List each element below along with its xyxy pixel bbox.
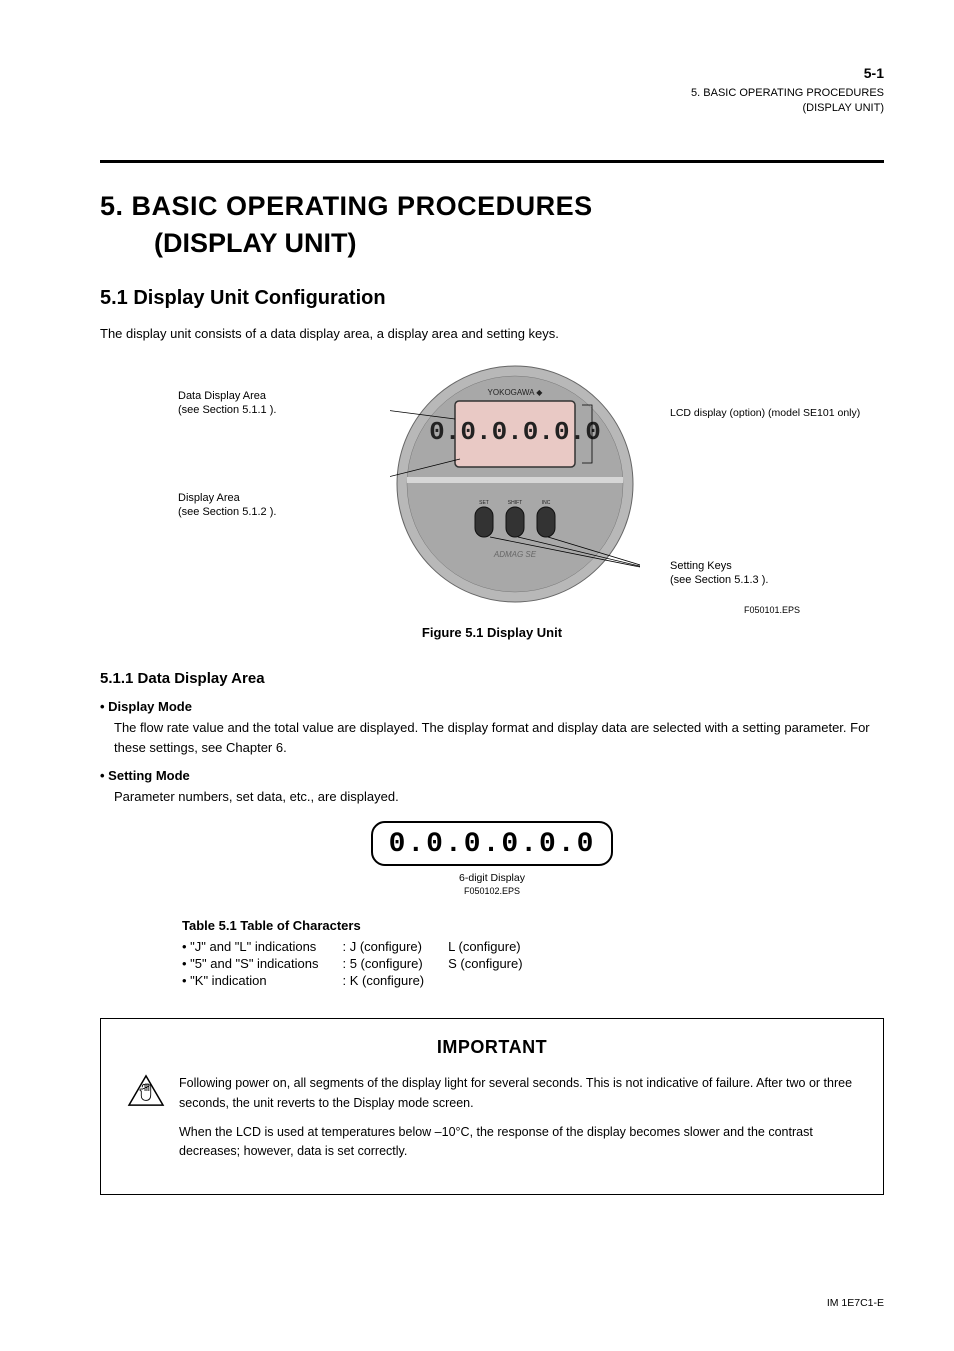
title-rule — [100, 160, 884, 163]
svg-text:SET: SET — [479, 500, 489, 506]
header-section-ref: 5. BASIC OPERATING PROCEDURES (DISPLAY U… — [691, 86, 884, 117]
chapter-subtitle: (DISPLAY UNIT) — [154, 228, 884, 259]
figure-5-1-caption: Figure 5.1 Display Unit — [100, 625, 884, 640]
six-digit-figure: 0.0.0.0.0.0 6-digit Display F050102.EPS — [100, 821, 884, 896]
button-set: SET SHIFT INC — [475, 500, 555, 537]
six-digit-display: 0.0.0.0.0.0 — [371, 821, 614, 866]
footer-manual-id: IM 1E7C1-E — [827, 1297, 884, 1309]
important-box: IMPORTANT Following power on, all segmen… — [100, 1018, 884, 1195]
lcd-value: 0.0.0.0.0.0 — [429, 417, 601, 447]
figure-code: F050101.EPS — [744, 605, 800, 615]
svg-text:INC: INC — [542, 500, 551, 506]
svg-text:SHIFT: SHIFT — [508, 500, 522, 506]
table-5-1-title: Table 5.1 Table of Characters — [182, 918, 545, 937]
model-label: ADMAG SE — [493, 550, 537, 559]
hand-warning-icon — [127, 1074, 165, 1111]
section-5-1-heading: 5.1 Display Unit Configuration — [100, 287, 884, 310]
header-block: 5-1 5. BASIC OPERATING PROCEDURES (DISPL… — [691, 64, 884, 116]
six-digit-figcode: F050102.EPS — [100, 886, 884, 896]
six-digit-caption: 6-digit Display — [459, 872, 525, 884]
bullet-setting-mode: • Setting Mode — [100, 768, 884, 783]
bullet-display-mode: • Display Mode — [100, 699, 884, 714]
chapter-title: 5. BASIC OPERATING PROCEDURES — [100, 191, 884, 222]
table-row: • "K" indication : K (configure) — [182, 973, 545, 988]
bullet-setting-mode-desc: Parameter numbers, set data, etc., are d… — [114, 787, 884, 807]
bullet-display-mode-desc: The flow rate value and the total value … — [114, 718, 884, 758]
figure-5-1: Data Display Area (see Section 5.1.1 ). … — [100, 359, 884, 619]
table-5-1: Table 5.1 Table of Characters • "J" and … — [180, 916, 884, 990]
callout-display-area: Display Area (see Section 5.1.2 ). — [178, 491, 276, 520]
important-p1: Following power on, all segments of the … — [179, 1074, 857, 1113]
table-row: • "5" and "S" indications : 5 (configure… — [182, 956, 545, 971]
callout-setting-keys: Setting Keys (see Section 5.1.3 ). — [670, 559, 768, 588]
callout-data-display: Data Display Area (see Section 5.1.1 ). — [178, 389, 276, 418]
page-number: 5-1 — [691, 64, 884, 84]
important-p2: When the LCD is used at temperatures bel… — [179, 1123, 857, 1162]
device-illustration: YOKOGAWA ◆ 0.0.0.0.0.0 SET SHIFT INC ADM… — [390, 359, 640, 609]
brand-label: YOKOGAWA ◆ — [488, 388, 544, 397]
table-row: • "J" and "L" indications : J (configure… — [182, 939, 545, 954]
callout-lcd-note: LCD display (option) (model SE101 only) — [670, 407, 880, 421]
section-5-1-para: The display unit consists of a data disp… — [100, 324, 884, 345]
important-title: IMPORTANT — [127, 1037, 857, 1058]
subsection-5-1-1-heading: 5.1.1 Data Display Area — [100, 670, 884, 687]
